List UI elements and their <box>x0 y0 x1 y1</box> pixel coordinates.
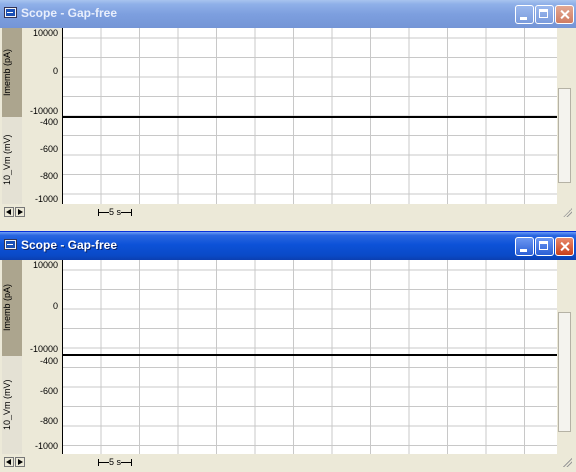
vertical-scrollbar[interactable] <box>557 260 572 454</box>
scope-content: Imemb (pA) 10000 0 -10000 10_Vm (mV) -40… <box>2 28 574 228</box>
tick-label: -600 <box>39 386 58 396</box>
scope-app-icon <box>4 239 17 250</box>
time-scroll-bar: 5 s <box>2 206 574 218</box>
channel-name: Imemb (pA) <box>2 283 12 332</box>
resize-grip[interactable] <box>562 207 572 217</box>
title-bar[interactable]: Scope - Gap-free <box>0 0 576 28</box>
tick-label: -600 <box>39 144 58 154</box>
scope-window-2[interactable]: Scope - Gap-free Imemb (pA) 10000 0 -100… <box>0 231 576 472</box>
grid-lines <box>63 260 558 454</box>
plot-area[interactable] <box>62 260 558 454</box>
tick-label: 0 <box>52 66 58 76</box>
scope-app-icon <box>4 7 17 18</box>
channel-separator <box>62 354 558 356</box>
scope-content: Imemb (pA) 10000 0 -10000 10_Vm (mV) -40… <box>2 260 574 470</box>
tick-label: -800 <box>39 171 58 181</box>
tick-label: 10000 <box>32 28 58 38</box>
maximize-button[interactable] <box>535 5 554 24</box>
scroll-right-arrow[interactable] <box>15 457 25 467</box>
time-scale-bar: 5 s <box>98 207 133 217</box>
channel-separator <box>62 116 558 118</box>
scroll-left-arrow[interactable] <box>4 457 14 467</box>
minimize-button[interactable] <box>515 5 534 24</box>
minimize-button[interactable] <box>515 237 534 256</box>
channel-label-imemb[interactable]: Imemb (pA) <box>2 28 22 117</box>
vertical-scrollbar[interactable] <box>557 28 572 204</box>
tick-label: 0 <box>52 301 58 311</box>
time-scroll-bar: 5 s <box>2 456 574 468</box>
channel-name: Imemb (pA) <box>2 48 12 96</box>
scope-window-1[interactable]: Scope - Gap-free Imemb (pA) 10000 0 -100… <box>0 0 576 228</box>
channel-name: 10_Vm (mV) <box>2 134 12 186</box>
window-title: Scope - Gap-free <box>21 238 118 252</box>
channel-name: 10_Vm (mV) <box>2 379 12 430</box>
tick-label: -10000 <box>29 344 58 354</box>
tick-label: 10000 <box>32 260 58 270</box>
tick-label: -800 <box>39 416 58 426</box>
tick-label: -1000 <box>34 194 58 204</box>
tick-label: -400 <box>39 117 58 127</box>
resize-grip[interactable] <box>562 457 572 467</box>
scroll-thumb[interactable] <box>558 88 571 183</box>
y-axis-imemb: 10000 0 -10000 <box>22 28 62 117</box>
tick-label: -1000 <box>34 441 58 451</box>
scroll-left-arrow[interactable] <box>4 207 14 217</box>
channel-label-vm[interactable]: 10_Vm (mV) <box>2 117 22 204</box>
scroll-right-arrow[interactable] <box>15 207 25 217</box>
title-bar[interactable]: Scope - Gap-free <box>0 232 576 260</box>
maximize-button[interactable] <box>535 237 554 256</box>
channel-label-imemb[interactable]: Imemb (pA) <box>2 260 22 356</box>
y-axis-vm: -400 -600 -800 -1000 <box>22 356 62 454</box>
scroll-thumb[interactable] <box>558 312 571 432</box>
window-title: Scope - Gap-free <box>21 6 118 20</box>
tick-label: -10000 <box>29 106 58 116</box>
close-button[interactable] <box>555 237 574 256</box>
close-button[interactable] <box>555 5 574 24</box>
time-scale-bar: 5 s <box>98 457 133 467</box>
y-axis-vm: -400 -600 -800 -1000 <box>22 117 62 204</box>
tick-label: -400 <box>39 356 58 366</box>
y-axis-imemb: 10000 0 -10000 <box>22 260 62 356</box>
channel-label-vm[interactable]: 10_Vm (mV) <box>2 356 22 454</box>
